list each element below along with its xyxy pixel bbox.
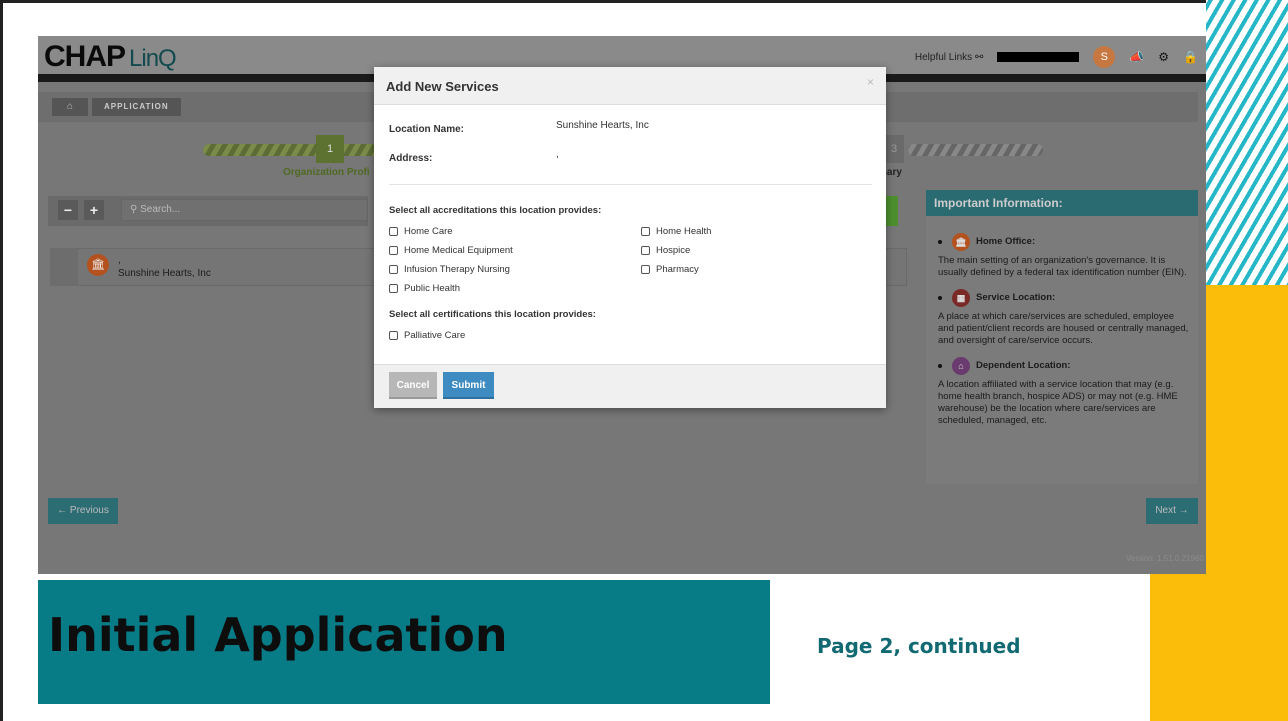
info-item-service-location: ▦ Service Location: A place at which care… xyxy=(938,289,1190,347)
slide-border xyxy=(0,0,3,721)
info-item-dependent-location: ⌂ Dependent Location: A location affiliat… xyxy=(938,357,1190,427)
lock-icon[interactable]: 🔒 xyxy=(1183,50,1198,64)
step-1-label: Organization Profi xyxy=(283,167,370,178)
modal-title: Add New Services xyxy=(386,79,499,94)
divider xyxy=(389,184,872,185)
checkbox[interactable] xyxy=(389,227,398,236)
checkbox[interactable] xyxy=(389,331,398,340)
link-icon: ⚯ xyxy=(974,51,984,63)
slide-title: Initial Application xyxy=(48,608,508,662)
home-office-icon: 🏛 xyxy=(87,254,109,276)
expand-button[interactable]: + xyxy=(84,200,104,220)
logo[interactable]: CHAP LinQ xyxy=(44,40,177,74)
previous-button[interactable]: ← Previous xyxy=(48,498,118,524)
address-value: , xyxy=(556,149,559,160)
location-card-handle xyxy=(50,248,78,286)
next-button[interactable]: Next → xyxy=(1146,498,1198,524)
checkbox-home-medical-equipment[interactable]: Home Medical Equipment xyxy=(389,245,513,256)
helpful-links[interactable]: Helpful Links ⚯ xyxy=(915,52,983,63)
building-icon: ▦ xyxy=(952,289,970,307)
add-services-modal: Add New Services × Location Name: Sunshi… xyxy=(374,67,886,408)
breadcrumb-application[interactable]: APPLICATION xyxy=(92,98,181,116)
slide-subtitle: Page 2, continued xyxy=(817,634,1021,658)
location-name-value: Sunshine Hearts, Inc xyxy=(556,120,649,131)
checkbox-public-health[interactable]: Public Health xyxy=(389,283,460,294)
gear-icon[interactable]: ⚙ xyxy=(1158,50,1169,64)
cancel-button[interactable]: Cancel xyxy=(389,372,437,399)
accreditations-label: Select all accreditations this location … xyxy=(389,205,602,216)
add-location-button[interactable] xyxy=(886,196,898,226)
checkbox-infusion-therapy-nursing[interactable]: Infusion Therapy Nursing xyxy=(389,264,510,275)
checkbox[interactable] xyxy=(641,265,650,274)
location-card-text: , Sunshine Hearts, Inc xyxy=(118,255,211,279)
version-text: Version: 1.51.0.21960 xyxy=(1126,554,1204,563)
step-3-marker[interactable]: 3 xyxy=(884,135,904,163)
checkbox[interactable] xyxy=(389,265,398,274)
slide-border xyxy=(0,0,1288,3)
header-actions: Helpful Links ⚯ S 📣 ⚙ 🔒 xyxy=(915,46,1198,68)
certifications-label: Select all certifications this location … xyxy=(389,309,596,320)
progress-bar-completed xyxy=(203,144,383,156)
megaphone-icon[interactable]: 📣 xyxy=(1129,50,1144,64)
info-panel-body: 🏛 Home Office: The main setting of an org… xyxy=(938,233,1190,437)
search-icon: ⚲ xyxy=(130,204,138,215)
submit-button[interactable]: Submit xyxy=(443,372,494,399)
info-item-home-office: 🏛 Home Office: The main setting of an org… xyxy=(938,233,1190,279)
search-input[interactable]: ⚲ Search... xyxy=(121,199,368,221)
home-office-icon: 🏛 xyxy=(952,233,970,251)
checkbox[interactable] xyxy=(641,246,650,255)
progress-bar-remaining xyxy=(908,144,1043,156)
step-1-marker[interactable]: 1 xyxy=(316,135,344,163)
checkbox-home-health[interactable]: Home Health xyxy=(641,226,711,237)
slide: CHAP LinQ Helpful Links ⚯ S 📣 ⚙ 🔒 ⌂ APPLI… xyxy=(0,0,1288,721)
redacted-username xyxy=(997,52,1080,62)
avatar[interactable]: S xyxy=(1093,46,1116,68)
checkbox-hospice[interactable]: Hospice xyxy=(641,245,690,256)
checkbox-palliative-care[interactable]: Palliative Care xyxy=(389,330,465,341)
home-icon[interactable]: ⌂ xyxy=(52,98,88,116)
address-label: Address: xyxy=(389,153,433,164)
close-icon[interactable]: × xyxy=(867,75,874,89)
collapse-button[interactable]: − xyxy=(58,200,78,220)
info-panel-title: Important Information: xyxy=(926,190,1198,216)
checkbox[interactable] xyxy=(389,246,398,255)
checkbox-pharmacy[interactable]: Pharmacy xyxy=(641,264,699,275)
checkbox[interactable] xyxy=(641,227,650,236)
location-name-label: Location Name: xyxy=(389,124,465,135)
checkbox-home-care[interactable]: Home Care xyxy=(389,226,453,237)
checkbox[interactable] xyxy=(389,284,398,293)
decorative-stripes xyxy=(1206,0,1288,290)
house-icon: ⌂ xyxy=(952,357,970,375)
